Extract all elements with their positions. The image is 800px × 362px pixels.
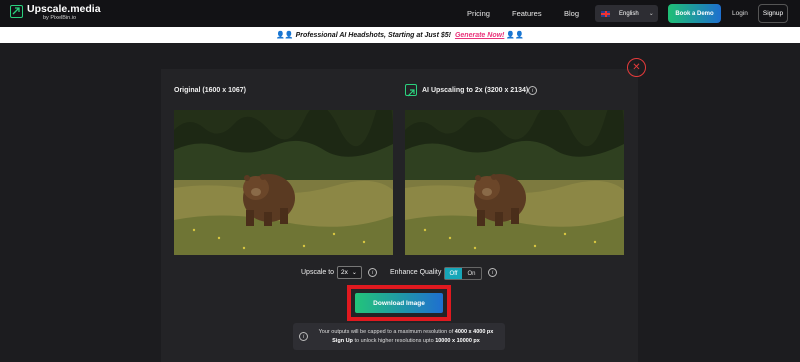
- notice-line-2: Sign Up to unlock higher resolutions upt…: [311, 338, 501, 344]
- promo-banner: 👤👤 Professional AI Headshots, Starting a…: [0, 27, 800, 43]
- upscale-label: Upscale to: [301, 269, 335, 276]
- banner-cta-link[interactable]: Generate Now!: [455, 32, 504, 39]
- notice-max-resolution: 4000 x 4000 px: [454, 329, 494, 335]
- nav-pricing[interactable]: Pricing: [467, 9, 490, 18]
- enhance-quality-toggle[interactable]: Off On: [444, 267, 482, 280]
- nav-features[interactable]: Features: [512, 9, 542, 18]
- notice-text: to unlock higher resolutions upto: [354, 338, 434, 344]
- nav-blog[interactable]: Blog: [564, 9, 579, 18]
- chevron-down-icon: ⌄: [648, 11, 654, 17]
- login-link[interactable]: Login: [732, 10, 748, 17]
- upscaled-image: [405, 110, 624, 255]
- notice-unlock-resolution: 10000 x 10000 px: [435, 338, 480, 344]
- original-image: [174, 110, 393, 255]
- info-icon: i: [299, 332, 308, 341]
- close-icon[interactable]: ✕: [627, 58, 646, 77]
- original-label: Original (1600 x 1067): [174, 87, 246, 94]
- book-demo-button[interactable]: Book a Demo: [668, 4, 721, 23]
- notice-text: Your outputs will be capped to a maximum…: [318, 329, 454, 335]
- logo-name: Upscale.media: [27, 3, 101, 15]
- signup-link[interactable]: Sign Up: [332, 338, 353, 344]
- download-image-button[interactable]: Download Image: [355, 293, 443, 313]
- resolution-notice: i Your outputs will be capped to a maxim…: [293, 323, 505, 350]
- info-icon[interactable]: i: [528, 86, 537, 95]
- banner-text: Professional AI Headshots, Starting at J…: [295, 31, 451, 39]
- top-nav: Upscale.media by PixelBin.io Pricing Fea…: [0, 0, 800, 27]
- upscaled-label: AI Upscaling to 2x (3200 x 2134): [422, 87, 529, 94]
- upscale-icon: [405, 84, 417, 97]
- person-icon: 👤👤: [506, 32, 524, 39]
- uk-flag-icon: [601, 10, 610, 17]
- enhance-quality-label: Enhance Quality: [390, 269, 442, 276]
- logo-icon: [10, 5, 23, 18]
- toggle-off-option[interactable]: Off: [445, 268, 462, 279]
- signup-button[interactable]: Signup: [758, 4, 788, 23]
- info-icon[interactable]: i: [488, 268, 497, 277]
- info-icon[interactable]: i: [368, 268, 377, 277]
- notice-line-1: Your outputs will be capped to a maximum…: [311, 329, 501, 335]
- chevron-down-icon: ⌄: [351, 270, 357, 276]
- language-select[interactable]: English ⌄: [595, 5, 658, 22]
- logo[interactable]: Upscale.media by PixelBin.io: [10, 4, 101, 21]
- upscale-value: 2x: [341, 269, 348, 276]
- upscale-select[interactable]: 2x ⌄: [337, 266, 362, 279]
- logo-subtitle: by PixelBin.io: [43, 14, 77, 21]
- person-icon: 👤👤: [276, 32, 294, 39]
- language-label: English: [619, 10, 639, 17]
- toggle-on-option[interactable]: On: [462, 268, 481, 279]
